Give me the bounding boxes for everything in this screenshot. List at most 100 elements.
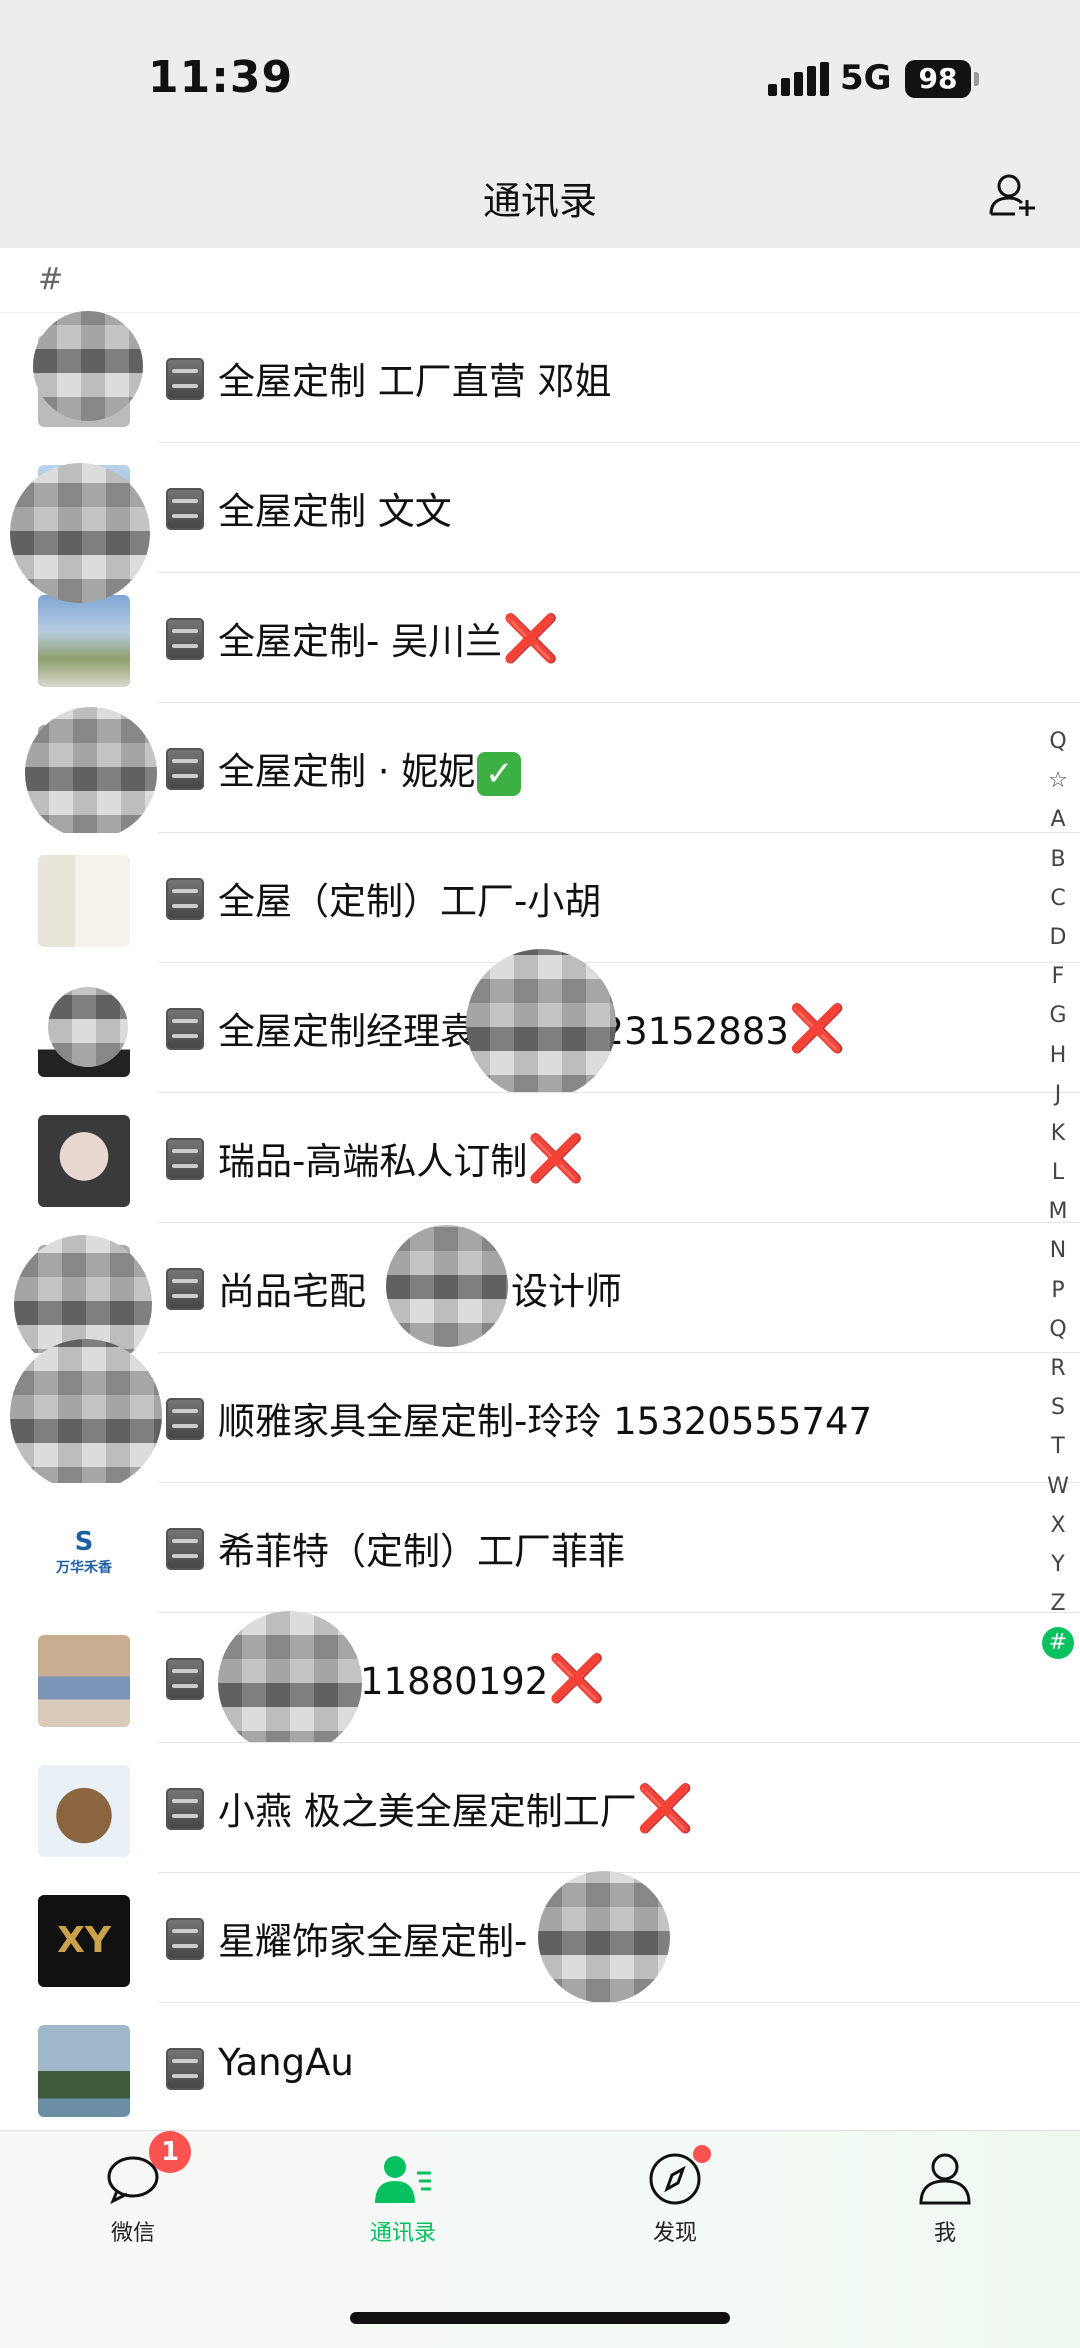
filing-cabinet-icon: [166, 358, 204, 400]
index-letter[interactable]: G: [1040, 996, 1076, 1035]
contact-name: 小燕 极之美全屋定制工厂❌: [218, 1781, 695, 1835]
index-letter[interactable]: D: [1040, 918, 1076, 957]
avatar-logo-text: 万华禾香: [56, 1560, 112, 1576]
avatar: [38, 1765, 130, 1857]
contact-row[interactable]: 小燕 极之美全屋定制工厂❌: [0, 1743, 1080, 1873]
green-check-mark: ✓: [477, 751, 522, 796]
tab-label: 发现: [652, 2221, 697, 2246]
avatar: [38, 1635, 130, 1727]
index-letter[interactable]: R: [1040, 1349, 1076, 1388]
battery-level: 98: [905, 60, 971, 98]
contact-name: 全屋定制 工厂直营 邓姐: [218, 360, 612, 403]
index-letter[interactable]: K: [1040, 1114, 1076, 1153]
status-bar: 11:39 5G 98: [0, 0, 1080, 140]
contact-row[interactable]: XY 星耀饰家全屋定制-: [0, 1871, 1080, 2003]
filing-cabinet-icon: [166, 1918, 204, 1960]
tab-label: 微信: [110, 2221, 155, 2246]
contact-row[interactable]: 全屋定制- 吴川兰❌: [0, 463, 1080, 703]
avatar: [38, 1115, 130, 1207]
contact-name: 星耀饰家全屋定制-: [218, 1920, 528, 1963]
contact-row[interactable]: S 万华禾香 希菲特（定制）工厂菲菲: [0, 1483, 1080, 1613]
index-letter[interactable]: ☆: [1040, 761, 1076, 800]
pixelated-mosaic: [25, 707, 157, 839]
pixelated-mosaic: [218, 1611, 362, 1755]
tab-discover[interactable]: 发现: [590, 2145, 760, 2247]
index-letter[interactable]: S: [1040, 1388, 1076, 1427]
index-letter[interactable]: C: [1040, 879, 1076, 918]
contacts-icon: [375, 2156, 431, 2203]
add-contact-icon[interactable]: [985, 168, 1041, 224]
notification-dot: [693, 2145, 711, 2163]
pixelated-mosaic: [10, 1339, 162, 1491]
contact-row[interactable]: 全屋定制 工厂直营 邓姐: [0, 311, 1080, 443]
home-indicator[interactable]: [350, 2312, 730, 2324]
contact-row[interactable]: 全屋定制 · 妮妮 ✓: [0, 703, 1080, 839]
filing-cabinet-icon: [166, 618, 204, 660]
filing-cabinet-icon: [166, 1138, 204, 1180]
tab-label: 我: [933, 2221, 956, 2246]
contact-name: 全屋定制 文文: [218, 490, 452, 533]
index-letter[interactable]: X: [1040, 1506, 1076, 1545]
contact-row[interactable]: 瑞品-高端私人订制❌: [0, 1093, 1080, 1223]
cellular-signal-icon: [768, 62, 830, 96]
avatar: [38, 855, 130, 947]
pixelated-mosaic: [48, 987, 128, 1067]
contact-row[interactable]: YangAu: [0, 2003, 1080, 2133]
avatar: [38, 2025, 130, 2117]
avatar: [38, 595, 130, 687]
index-letter[interactable]: P: [1040, 1271, 1076, 1310]
section-letter: #: [38, 262, 64, 297]
index-letter[interactable]: W: [1040, 1467, 1076, 1506]
index-letter[interactable]: Z: [1040, 1584, 1076, 1623]
pixelated-mosaic: [10, 463, 150, 603]
filing-cabinet-icon: [166, 1008, 204, 1050]
index-letter[interactable]: H: [1040, 1036, 1076, 1075]
index-letter[interactable]: T: [1040, 1427, 1076, 1466]
index-letter[interactable]: F: [1040, 957, 1076, 996]
red-cross-mark: ❌: [636, 1781, 695, 1835]
red-cross-mark: ❌: [527, 1131, 585, 1185]
contact-name: 全屋定制- 吴川兰❌: [218, 611, 560, 665]
contact-row[interactable]: 尚品宅配 设计师: [0, 1223, 1080, 1373]
page-title: 通讯录: [482, 179, 597, 223]
index-letter[interactable]: #: [1040, 1623, 1076, 1662]
index-letter[interactable]: Q: [1040, 1310, 1076, 1349]
red-cross-mark: ❌: [502, 611, 560, 665]
pixelated-mosaic: [538, 1871, 670, 2003]
filing-cabinet-icon: [166, 878, 204, 920]
contact-name: YangAu: [218, 2041, 354, 2084]
contact-name: 顺雅家具全屋定制-玲玲 15320555747: [218, 1400, 873, 1443]
filing-cabinet-icon: [166, 748, 204, 790]
avatar: S 万华禾香: [38, 1505, 130, 1597]
index-letter[interactable]: L: [1040, 1153, 1076, 1192]
network-type: 5G: [840, 58, 892, 98]
person-icon: [919, 2153, 971, 2205]
index-letter[interactable]: M: [1040, 1192, 1076, 1231]
section-header: #: [0, 248, 1080, 313]
contact-name: 希菲特（定制）工厂菲菲: [218, 1530, 625, 1573]
index-letter[interactable]: Y: [1040, 1545, 1076, 1584]
index-letter[interactable]: J: [1040, 1075, 1076, 1114]
pixelated-mosaic: [33, 311, 143, 421]
contact-row[interactable]: 全屋定制 文文: [0, 443, 1080, 573]
index-letter[interactable]: Q: [1040, 722, 1076, 761]
contact-row[interactable]: 全屋定制经理袁 123152883❌: [0, 949, 1080, 1099]
contact-row[interactable]: 11880192❌: [0, 1611, 1080, 1755]
contact-row[interactable]: 全屋（定制）工厂-小胡: [0, 833, 1080, 963]
contact-name: 全屋定制 · 妮妮 ✓: [218, 741, 522, 796]
index-letter[interactable]: N: [1040, 1231, 1076, 1270]
tab-wechat[interactable]: 1 微信: [48, 2131, 218, 2247]
tab-contacts[interactable]: 通讯录: [318, 2151, 488, 2247]
filing-cabinet-icon: [166, 2048, 204, 2090]
red-cross-mark: ❌: [788, 1001, 847, 1055]
pixelated-mosaic: [466, 949, 616, 1099]
tab-label: 通讯录: [369, 2221, 436, 2246]
tab-me[interactable]: 我: [860, 2151, 1030, 2247]
index-letter[interactable]: B: [1040, 840, 1076, 879]
alphabet-index-bar[interactable]: Q ☆ A B C D F G H J K L M N P Q R S T W X Y Z #: [1040, 722, 1076, 1663]
filing-cabinet-icon: [166, 488, 204, 530]
contact-row[interactable]: 顺雅家具全屋定制-玲玲 15320555747: [0, 1339, 1080, 1491]
index-letter[interactable]: A: [1040, 800, 1076, 839]
red-cross-mark: ❌: [548, 1651, 606, 1705]
pixelated-mosaic: [386, 1225, 508, 1347]
